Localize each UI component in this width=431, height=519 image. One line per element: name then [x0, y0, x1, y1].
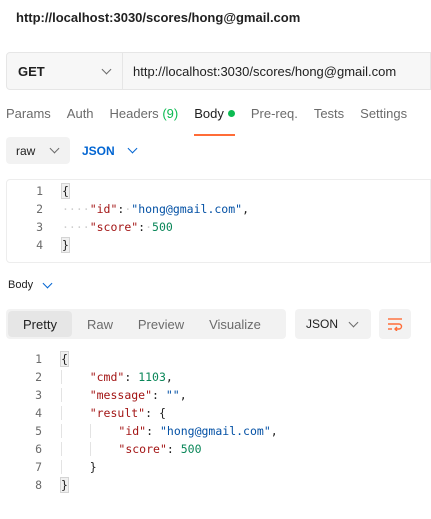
chevron-down-icon	[49, 143, 60, 154]
code-token: }	[89, 460, 97, 474]
body-language-select[interactable]: JSON	[82, 143, 138, 158]
tab-raw[interactable]: Raw	[72, 311, 128, 337]
code-line: 5 "id": "hong@gmail.com",	[6, 422, 431, 440]
line-number: 1	[36, 184, 43, 198]
json-key: "id"	[89, 202, 118, 216]
body-mode-select[interactable]: raw	[6, 137, 70, 164]
body-mode-label: raw	[16, 143, 36, 158]
url-bar: GET http://localhost:3030/scores/hong@gm…	[6, 52, 431, 90]
json-key: "cmd"	[89, 370, 125, 384]
code-token: }	[61, 237, 70, 253]
tab-auth[interactable]: Auth	[67, 106, 94, 130]
code-token: {	[158, 406, 166, 420]
tab-params[interactable]: Params	[6, 106, 51, 130]
tab-headers[interactable]: Headers (9)	[110, 106, 179, 130]
json-value: 1103	[138, 370, 166, 384]
response-body-label: Body	[8, 279, 34, 291]
json-value: "hong@gmail.com"	[159, 424, 271, 438]
method-select[interactable]: GET	[7, 53, 123, 89]
response-body-viewer[interactable]: 1 { 2 "cmd": 1103, 3 "message": "", 4 "r…	[6, 350, 431, 494]
tab-visualize[interactable]: Visualize	[194, 311, 276, 337]
code-token: {	[61, 183, 70, 199]
response-view-tabs: Pretty Raw Preview Visualize	[6, 309, 286, 339]
chevron-down-icon	[42, 278, 53, 288]
line-number: 7	[35, 460, 42, 474]
tab-settings[interactable]: Settings	[360, 106, 407, 130]
chevron-down-icon	[348, 317, 359, 327]
code-line: 2 ····"id":·"hong@gmail.com",	[7, 200, 430, 218]
tab-pretty[interactable]: Pretty	[8, 311, 72, 337]
line-number: 8	[35, 478, 42, 492]
wrap-lines-button[interactable]	[379, 309, 411, 339]
chevron-down-icon	[127, 143, 138, 154]
code-line: 6 "score": 500	[6, 440, 431, 458]
json-key: "id"	[118, 424, 147, 438]
status-dot-icon	[227, 110, 235, 117]
request-body-editor[interactable]: 1 { 2 ····"id":·"hong@gmail.com", 3 ····…	[6, 179, 431, 263]
json-key: "message"	[89, 388, 153, 402]
code-line: 8 }	[6, 476, 431, 494]
page-title: http://localhost:3030/scores/hong@gmail.…	[16, 10, 301, 25]
line-number: 5	[35, 424, 42, 438]
line-number: 2	[35, 370, 42, 384]
wrap-lines-icon	[388, 318, 403, 331]
code-line: 3 ····"score":·500	[7, 218, 430, 236]
line-number: 6	[35, 442, 42, 456]
json-value: "hong@gmail.com"	[131, 202, 243, 216]
headers-count-badge: (9)	[162, 106, 179, 121]
tab-prereq[interactable]: Pre-req.	[251, 106, 298, 130]
code-line: 2 "cmd": 1103,	[6, 368, 431, 386]
response-format-select[interactable]: JSON	[295, 309, 371, 339]
response-body-select[interactable]: Body	[8, 278, 53, 291]
tab-tests[interactable]: Tests	[314, 106, 344, 130]
json-value: 500	[180, 442, 202, 456]
chevron-down-icon	[101, 64, 112, 74]
tab-body-label: Body	[194, 106, 224, 121]
method-label: GET	[18, 63, 45, 79]
line-number: 1	[35, 352, 42, 366]
line-number: 3	[36, 220, 43, 234]
line-number: 2	[36, 202, 43, 216]
line-number: 4	[36, 238, 43, 252]
line-number: 3	[35, 388, 42, 402]
code-token: {	[60, 351, 69, 367]
code-line: 4 }	[7, 236, 430, 254]
code-line: 4 "result": {	[6, 404, 431, 422]
code-token: }	[60, 477, 69, 493]
request-tabs: Params Auth Headers (9) Body Pre-req. Te…	[6, 106, 423, 136]
json-value: ""	[165, 388, 180, 402]
body-language-label: JSON	[82, 143, 115, 158]
response-format-label: JSON	[306, 317, 339, 331]
url-input[interactable]: http://localhost:3030/scores/hong@gmail.…	[123, 53, 430, 89]
body-options: raw JSON	[6, 137, 138, 164]
tab-headers-label: Headers	[109, 106, 159, 121]
line-number: 4	[35, 406, 42, 420]
code-line: 7 }	[6, 458, 431, 476]
code-line: 1 {	[7, 182, 430, 200]
code-line: 1 {	[6, 350, 431, 368]
tab-preview[interactable]: Preview	[128, 311, 194, 337]
json-key: "score"	[89, 220, 139, 234]
code-line: 3 "message": "",	[6, 386, 431, 404]
json-key: "result"	[89, 406, 146, 420]
json-key: "score"	[118, 442, 167, 456]
json-value: 500	[152, 220, 173, 234]
tab-body[interactable]: Body	[194, 106, 235, 136]
